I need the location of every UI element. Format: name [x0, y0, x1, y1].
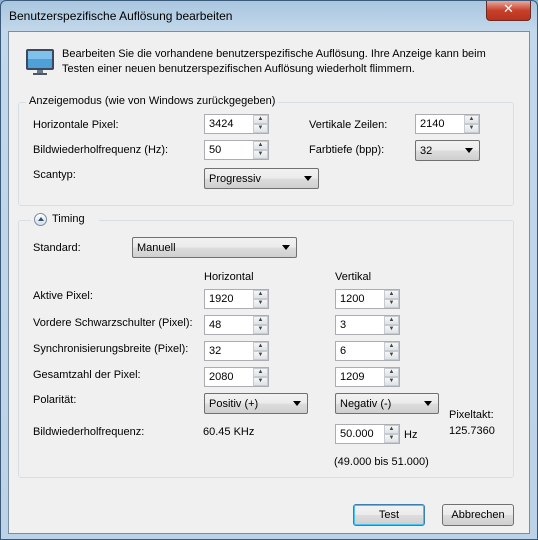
spin-up-icon[interactable]: ▲	[464, 115, 479, 124]
test-button[interactable]: Test	[353, 504, 425, 526]
cancel-button[interactable]: Abbrechen	[442, 504, 514, 526]
vertical-lines-spinner[interactable]: 2140 ▲ ▼	[415, 114, 480, 134]
spin-up-icon[interactable]: ▲	[384, 425, 399, 434]
timing-header[interactable]: Timing	[31, 212, 99, 228]
spin-down-icon[interactable]: ▼	[384, 325, 399, 334]
front-porch-v-spinner[interactable]: 3 ▲ ▼	[335, 315, 400, 335]
spin-down-icon[interactable]: ▼	[464, 124, 479, 133]
close-icon: ✕	[503, 2, 514, 17]
horizontal-pixels-label: Horizontale Pixel:	[33, 119, 119, 131]
standard-label: Standard:	[33, 242, 81, 254]
sync-width-label: Synchronisierungsbreite (Pixel):	[33, 343, 189, 355]
horizontal-column-header: Horizontal	[204, 271, 254, 283]
polarity-label: Polarität:	[33, 394, 77, 406]
chevron-down-icon	[304, 176, 312, 181]
vertical-lines-value[interactable]: 2140	[420, 118, 444, 130]
vertical-column-header: Vertikal	[335, 271, 372, 283]
vertical-lines-label: Vertikale Zeilen:	[309, 119, 388, 131]
total-pixels-v-spinner[interactable]: 1209 ▲ ▼	[335, 367, 400, 387]
header-description: Bearbeiten Sie die vorhandene benutzersp…	[62, 48, 486, 75]
horizontal-frequency-value: 60.45 KHz	[203, 426, 255, 438]
front-porch-label: Vordere Schwarzschulter (Pixel):	[33, 317, 193, 329]
refresh-rate-spinner[interactable]: 50 ▲ ▼	[204, 140, 269, 160]
collapse-toggle-icon[interactable]	[34, 213, 47, 226]
chevron-down-icon	[293, 401, 301, 406]
spin-down-icon[interactable]: ▼	[253, 351, 268, 360]
timing-refresh-label: Bildwiederholfrequenz:	[33, 426, 145, 438]
spin-up-icon[interactable]: ▲	[253, 342, 268, 351]
sync-width-v-value[interactable]: 6	[340, 345, 346, 357]
chevron-down-icon	[282, 245, 290, 250]
scan-type-select[interactable]: Progressiv	[204, 168, 319, 189]
spin-up-icon[interactable]: ▲	[253, 141, 268, 150]
spin-up-icon[interactable]: ▲	[384, 368, 399, 377]
sync-width-v-spinner[interactable]: 6 ▲ ▼	[335, 341, 400, 361]
pixel-clock-value: 125.7360	[449, 425, 495, 437]
refresh-range: (49.000 bis 51.000)	[334, 456, 429, 468]
vertical-refresh-value[interactable]: 50.000	[340, 428, 374, 440]
dialog-window: Benutzerspezifische Auflösung bearbeiten…	[0, 0, 538, 540]
spin-down-icon[interactable]: ▼	[384, 351, 399, 360]
spin-up-icon[interactable]: ▲	[253, 115, 268, 124]
spin-down-icon[interactable]: ▼	[253, 124, 268, 133]
refresh-rate-value[interactable]: 50	[209, 144, 221, 156]
active-pixels-h-spinner[interactable]: 1920 ▲ ▼	[204, 289, 269, 309]
front-porch-h-value[interactable]: 48	[209, 319, 221, 331]
total-pixels-h-value[interactable]: 2080	[209, 371, 233, 383]
polarity-v-select[interactable]: Negativ (-)	[335, 393, 439, 414]
spin-down-icon[interactable]: ▼	[384, 299, 399, 308]
spin-down-icon[interactable]: ▼	[253, 325, 268, 334]
spin-down-icon[interactable]: ▼	[253, 299, 268, 308]
active-pixels-label: Aktive Pixel:	[33, 290, 93, 302]
standard-value: Manuell	[137, 242, 176, 254]
vertical-refresh-spinner[interactable]: 50.000 ▲ ▼	[335, 424, 400, 444]
title-bar[interactable]: Benutzerspezifische Auflösung bearbeiten…	[1, 1, 537, 31]
spin-down-icon[interactable]: ▼	[384, 377, 399, 386]
sync-width-h-value[interactable]: 32	[209, 345, 221, 357]
color-depth-value: 32	[420, 145, 433, 157]
display-mode-group-label: Anzeigemodus (wie von Windows zurückgege…	[26, 95, 279, 107]
spin-up-icon[interactable]: ▲	[384, 290, 399, 299]
scan-type-value: Progressiv	[209, 173, 261, 185]
dialog-client-area: Bearbeiten Sie die vorhandene benutzersp…	[8, 31, 530, 534]
chevron-down-icon	[424, 401, 432, 406]
polarity-h-select[interactable]: Positiv (+)	[204, 393, 308, 414]
standard-select[interactable]: Manuell	[132, 237, 297, 258]
polarity-h-value: Positiv (+)	[209, 398, 259, 410]
monitor-icon	[26, 49, 54, 75]
front-porch-v-value[interactable]: 3	[340, 319, 346, 331]
chevron-down-icon	[465, 148, 473, 153]
timing-group-label: Timing	[52, 213, 85, 225]
color-depth-label: Farbtiefe (bpp):	[309, 144, 385, 156]
spin-up-icon[interactable]: ▲	[384, 316, 399, 325]
spin-down-icon[interactable]: ▼	[384, 434, 399, 443]
polarity-v-value: Negativ (-)	[340, 398, 392, 410]
refresh-rate-label: Bildwiederholfrequenz (Hz):	[33, 144, 169, 156]
horizontal-pixels-value[interactable]: 3424	[209, 118, 233, 130]
window-title: Benutzerspezifische Auflösung bearbeiten	[9, 9, 233, 23]
spin-down-icon[interactable]: ▼	[253, 150, 268, 159]
close-button[interactable]: ✕	[486, 1, 531, 21]
pixel-clock-label: Pixeltakt:	[449, 409, 494, 421]
total-pixels-label: Gesamtzahl der Pixel:	[33, 369, 141, 381]
spin-up-icon[interactable]: ▲	[253, 368, 268, 377]
spin-up-icon[interactable]: ▲	[253, 290, 268, 299]
total-pixels-h-spinner[interactable]: 2080 ▲ ▼	[204, 367, 269, 387]
spin-up-icon[interactable]: ▲	[384, 342, 399, 351]
spin-up-icon[interactable]: ▲	[253, 316, 268, 325]
scan-type-label: Scantyp:	[33, 169, 76, 181]
front-porch-h-spinner[interactable]: 48 ▲ ▼	[204, 315, 269, 335]
color-depth-select[interactable]: 32	[415, 140, 480, 161]
active-pixels-h-value[interactable]: 1920	[209, 293, 233, 305]
horizontal-pixels-spinner[interactable]: 3424 ▲ ▼	[204, 114, 269, 134]
spin-down-icon[interactable]: ▼	[253, 377, 268, 386]
sync-width-h-spinner[interactable]: 32 ▲ ▼	[204, 341, 269, 361]
total-pixels-v-value[interactable]: 1209	[340, 371, 364, 383]
refresh-unit: Hz	[404, 429, 418, 441]
active-pixels-v-spinner[interactable]: 1200 ▲ ▼	[335, 289, 400, 309]
active-pixels-v-value[interactable]: 1200	[340, 293, 364, 305]
